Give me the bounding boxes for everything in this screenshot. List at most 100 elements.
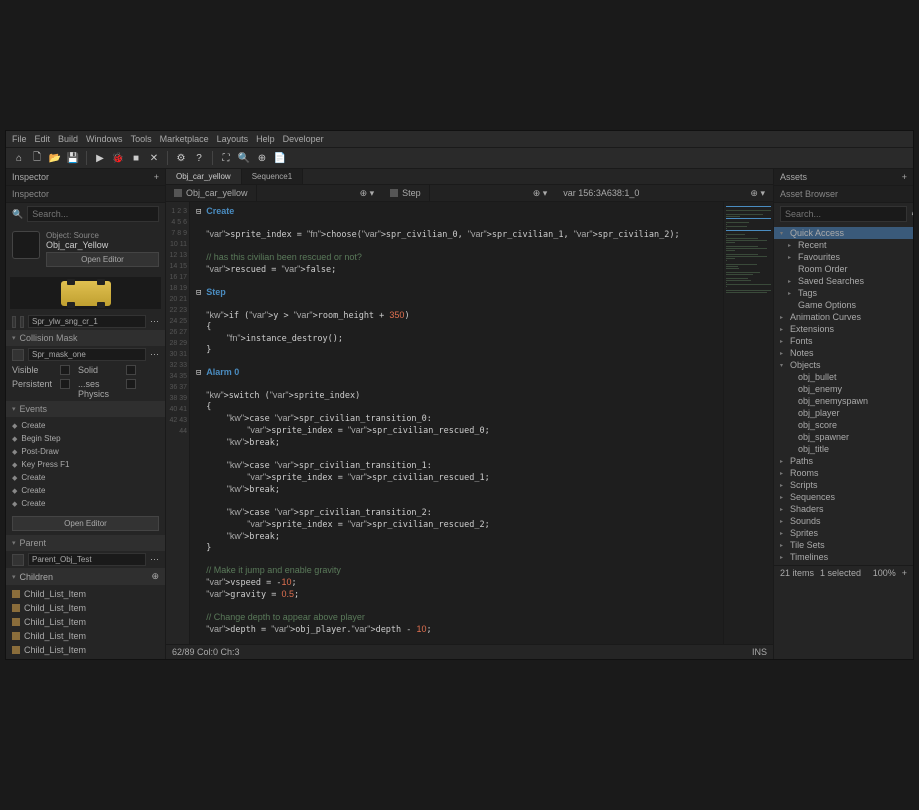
visible-checkbox[interactable] [60,365,70,375]
subtab-var[interactable]: var 156:3A638:1_0 [555,185,647,201]
tree-folder[interactable]: ▸Scripts [774,479,913,491]
sprite-picker-icon[interactable] [12,316,16,328]
dropdown-icon[interactable]: ⋯ [150,554,159,565]
persistent-checkbox[interactable] [60,379,70,389]
child-item[interactable]: Child_List_Item [6,615,165,629]
zoom-out-icon[interactable]: ⊕ [255,151,269,165]
sprite-edit-icon[interactable] [20,316,24,328]
dropdown-icon[interactable]: ⊕ ▾ [533,188,548,199]
child-item[interactable]: Child_List_Item [6,587,165,601]
event-item[interactable]: Create [6,484,165,497]
event-item[interactable]: Create [6,497,165,510]
help-icon[interactable]: ? [192,151,206,165]
tree-folder[interactable]: ▸Notes [774,347,913,359]
subtab-object[interactable]: Obj_car_yellow [166,185,257,201]
event-item[interactable]: Post-Draw [6,445,165,458]
inspector-search-input[interactable] [27,206,159,222]
open-editor-button-2[interactable]: Open Editor [12,516,159,531]
open-editor-button[interactable]: Open Editor [46,252,159,267]
tree-item[interactable]: Game Options [774,299,913,311]
open-icon[interactable]: 📂 [48,151,62,165]
tree-folder[interactable]: ▸Extensions [774,323,913,335]
child-item[interactable]: Child_List_Item [6,643,165,657]
assets-search-input[interactable] [780,206,907,222]
tree-item[interactable]: ▸Favourites [774,251,913,263]
tree-item[interactable]: obj_bullet [774,371,913,383]
tree-folder[interactable]: ▸Shaders [774,503,913,515]
menu-help[interactable]: Help [256,134,275,144]
menu-marketplace[interactable]: Marketplace [160,134,209,144]
tree-folder[interactable]: ▸Sequences [774,491,913,503]
tree-item[interactable]: obj_score [774,419,913,431]
stop-icon[interactable]: ■ [129,151,143,165]
tree-folder[interactable]: ▸Fonts [774,335,913,347]
tree-item[interactable]: ▸Saved Searches [774,275,913,287]
event-item[interactable]: Begin Step [6,432,165,445]
settings-icon[interactable]: ⚙ [174,151,188,165]
tree-item[interactable]: obj_enemyspawn [774,395,913,407]
quick-access-folder[interactable]: ▾Quick Access [774,227,913,239]
menu-file[interactable]: File [12,134,27,144]
docs-icon[interactable]: 📄 [273,151,287,165]
clean-icon[interactable]: ✕ [147,151,161,165]
code-content[interactable]: ⊟ Create "var">sprite_index = "fn">choos… [190,202,723,644]
add-child-icon[interactable]: ⊕ [151,571,159,582]
tree-folder[interactable]: ▸Sprites [774,527,913,539]
run-icon[interactable]: ▶ [93,151,107,165]
events-section[interactable]: Events [6,401,165,417]
new-icon[interactable]: 🗋 [30,151,44,165]
menu-developer[interactable]: Developer [283,134,324,144]
add-icon[interactable]: + [902,172,907,182]
save-icon[interactable]: 💾 [66,151,80,165]
tree-item[interactable]: obj_title [774,443,913,455]
tree-item[interactable]: obj_spawner [774,431,913,443]
mask-edit-icon[interactable] [12,349,24,361]
expand-icon[interactable]: ⛶ [219,151,233,165]
subtab-event[interactable]: Step [382,185,430,201]
tree-folder[interactable]: ▸Animation Curves [774,311,913,323]
tree-item[interactable]: obj_player [774,407,913,419]
dropdown-icon[interactable]: ⊕ ▾ [750,188,765,199]
dropdown-icon[interactable]: ⊕ ▾ [360,188,375,199]
tree-folder[interactable]: ▸Rooms [774,467,913,479]
minimap[interactable] [723,202,773,644]
tab-sequence[interactable]: Sequence1 [242,169,303,184]
home-icon[interactable]: ⌂ [12,151,26,165]
dropdown-icon[interactable]: ⋯ [150,316,159,327]
tree-folder[interactable]: ▸Timelines [774,551,913,563]
child-item[interactable]: Child_List_Item [6,629,165,643]
collision-mask-section[interactable]: Collision Mask [6,330,165,346]
object-thumbnail[interactable] [12,231,40,259]
debug-icon[interactable]: 🐞 [111,151,125,165]
tree-item[interactable]: ▸Tags [774,287,913,299]
settings-icon[interactable]: ⚙ [911,209,913,220]
tab-obj-car[interactable]: Obj_car_yellow [166,169,242,184]
parent-section[interactable]: Parent [6,535,165,551]
zoom-plus-icon[interactable]: + [902,568,907,578]
menu-tools[interactable]: Tools [131,134,152,144]
parent-icon[interactable] [12,554,24,566]
objects-folder[interactable]: ▾Objects [774,359,913,371]
solid-checkbox[interactable] [126,365,136,375]
event-item[interactable]: Create [6,419,165,432]
event-item[interactable]: Create [6,471,165,484]
dropdown-icon[interactable]: ⋯ [150,349,159,360]
add-icon[interactable]: + [154,172,159,182]
event-item[interactable]: Key Press F1 [6,458,165,471]
tree-folder[interactable]: ▸Tile Sets [774,539,913,551]
parent-field[interactable] [28,553,146,566]
mask-field[interactable] [28,348,146,361]
sprite-field[interactable] [28,315,146,328]
menu-layouts[interactable]: Layouts [217,134,249,144]
zoom-in-icon[interactable]: 🔍 [237,151,251,165]
physics-checkbox[interactable] [126,379,136,389]
sprite-preview[interactable] [10,277,161,309]
tree-item[interactable]: Room Order [774,263,913,275]
child-item[interactable]: Child_List_Item [6,601,165,615]
tree-item[interactable]: ▸Recent [774,239,913,251]
tree-item[interactable]: obj_enemy [774,383,913,395]
menu-build[interactable]: Build [58,134,78,144]
tree-folder[interactable]: ▸Sounds [774,515,913,527]
menu-windows[interactable]: Windows [86,134,123,144]
tree-folder[interactable]: ▸Paths [774,455,913,467]
